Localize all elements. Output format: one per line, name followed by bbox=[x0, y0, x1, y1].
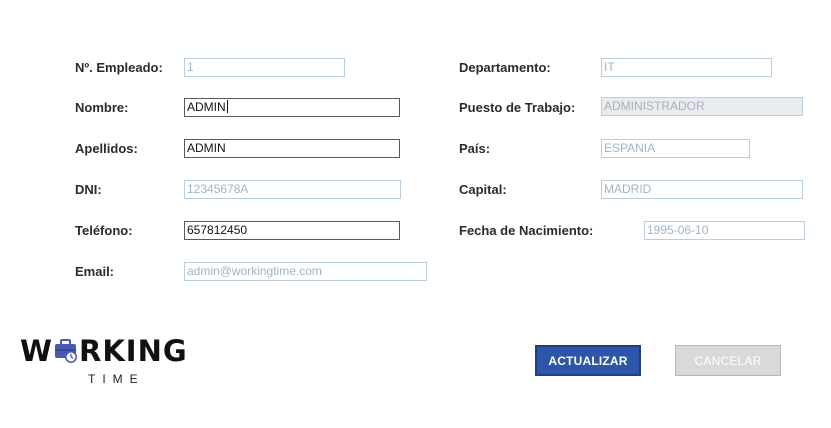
logo-subtitle: TIME bbox=[88, 372, 145, 386]
apellidos-field[interactable]: ADMIN bbox=[184, 139, 400, 158]
logo-letter-w: W bbox=[20, 334, 53, 368]
fecha-field[interactable]: 1995-06-10 bbox=[644, 221, 805, 240]
label-empleado: Nº. Empleado: bbox=[75, 60, 163, 75]
telefono-value: 657812450 bbox=[187, 223, 248, 237]
capital-value: MADRID bbox=[604, 182, 652, 196]
puesto-field[interactable]: ADMINISTRADOR bbox=[601, 97, 803, 116]
empleado-value: 1 bbox=[187, 60, 194, 74]
departamento-value: IT bbox=[604, 60, 615, 74]
logo-letters-rking: RKING bbox=[79, 334, 188, 368]
label-apellidos: Apellidos: bbox=[75, 141, 138, 156]
apellidos-value: ADMIN bbox=[187, 141, 226, 155]
email-value: admin@workingtime.com bbox=[187, 264, 322, 278]
label-puesto: Puesto de Trabajo: bbox=[459, 100, 576, 115]
label-pais: País: bbox=[459, 141, 491, 156]
text-cursor bbox=[226, 100, 228, 113]
label-fecha: Fecha de Nacimiento: bbox=[459, 223, 594, 238]
logo-wordmark: W RKING bbox=[20, 334, 188, 368]
label-departamento: Departamento: bbox=[459, 60, 551, 75]
briefcase-clock-icon bbox=[54, 336, 78, 363]
dni-field[interactable]: 12345678A bbox=[184, 180, 401, 199]
fecha-value: 1995-06-10 bbox=[647, 223, 709, 237]
puesto-value: ADMINISTRADOR bbox=[604, 99, 705, 113]
email-field[interactable]: admin@workingtime.com bbox=[184, 262, 427, 281]
telefono-field[interactable]: 657812450 bbox=[184, 221, 400, 240]
actualizar-button[interactable]: ACTUALIZAR bbox=[535, 345, 641, 376]
pais-field[interactable]: ESPANIA bbox=[601, 139, 750, 158]
dni-value: 12345678A bbox=[187, 182, 249, 196]
capital-field[interactable]: MADRID bbox=[601, 180, 803, 199]
label-capital: Capital: bbox=[459, 182, 507, 197]
departamento-field[interactable]: IT bbox=[601, 58, 772, 77]
nombre-value: ADMIN bbox=[187, 100, 226, 114]
label-nombre: Nombre: bbox=[75, 100, 129, 115]
nombre-field[interactable]: ADMIN bbox=[184, 98, 400, 117]
label-telefono: Teléfono: bbox=[75, 223, 133, 238]
pais-value: ESPANIA bbox=[604, 141, 656, 155]
label-dni: DNI: bbox=[75, 182, 102, 197]
cancelar-button[interactable]: CANCELAR bbox=[675, 345, 781, 376]
label-email: Email: bbox=[75, 264, 115, 279]
empleado-field[interactable]: 1 bbox=[184, 58, 345, 77]
working-time-logo: W RKING TIME bbox=[20, 334, 220, 394]
